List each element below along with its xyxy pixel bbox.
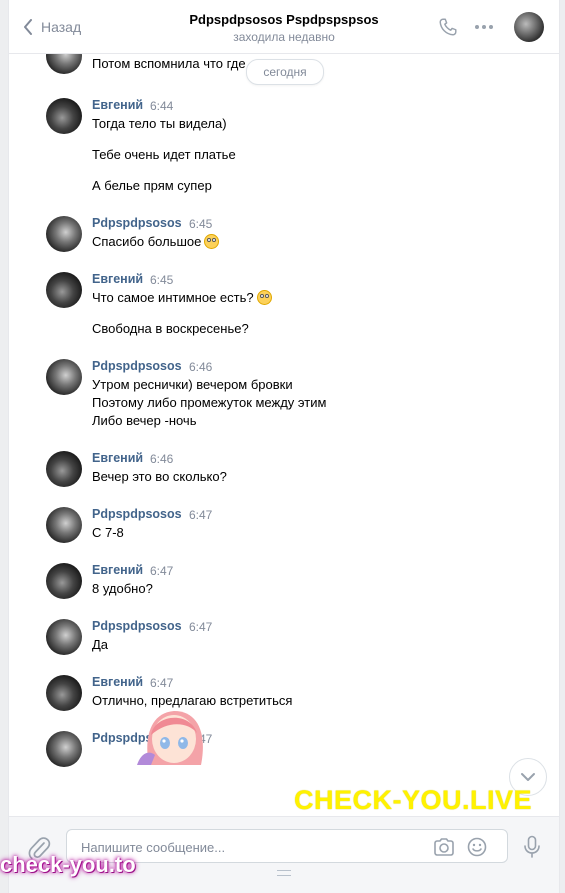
call-button[interactable] [437,16,459,43]
resize-grip[interactable] [277,870,291,876]
message-group: Pdpspdpsosos6:47 [9,731,549,791]
flushed-emoji [256,290,272,305]
message-text: Поэтому либо промежуток между этим [92,395,326,410]
camera-button[interactable] [433,837,455,862]
message-text: Тогда тело ты видела) [92,116,227,131]
author-name[interactable]: Евгений [92,98,143,112]
message-text-content: Вечер это во сколько? [92,469,227,484]
author-name[interactable]: Евгений [92,563,143,577]
message-text: Тебе очень идет платье [92,147,236,162]
message-text-content: Свободна в воскресенье? [92,321,249,336]
message-time[interactable]: 6:47 [150,564,173,578]
avatar[interactable] [46,507,82,543]
anime-girl-sticker [137,711,203,765]
message-text-content: С 7-8 [92,525,124,540]
message-text: Утром реснички) вечером бровки [92,377,293,392]
message-text-content: Поэтому либо промежуток между этим [92,395,327,410]
message-time[interactable]: 6:47 [150,676,173,690]
author-name[interactable]: Pdpspdpsosos [92,216,182,230]
message-text-content: Тебе очень идет платье [92,147,236,162]
phone-icon [439,18,457,36]
date-divider: сегодня [246,59,324,85]
message-group: Евгений 6:46 Вечер это во сколько? [9,451,549,511]
message-text: Свободна в воскресенье? [92,321,249,336]
message-text: Да [92,637,108,652]
message-text: Вечер это во сколько? [92,469,227,484]
microphone-icon [524,835,540,858]
message-group: Pdpspdpsosos 6:46 Утром реснички) вечером … [9,359,549,428]
message-text-content: Либо вечер -ночь [92,413,197,428]
message-text-content: Что самое интимное есть? [92,290,254,305]
message-time[interactable]: 6:44 [150,99,173,113]
avatar[interactable] [46,98,82,134]
author-name[interactable]: Евгений [92,272,143,286]
chat-window: Назад Pdpspdpsosos Pspdpspspsos заходила… [8,0,560,893]
avatar[interactable] [46,272,82,308]
avatar[interactable] [46,359,82,395]
message-text-content: Тогда тело ты видела) [92,116,227,131]
flushed-emoji [204,234,220,249]
message-group: Евгений 6:45 Что самое интимное есть? Свобо… [9,272,549,336]
author-name[interactable]: Евгений [92,675,143,689]
more-button[interactable] [473,16,495,43]
watermark-check-you-to: check-you.to [0,852,136,877]
message-text-content: Спасибо большое [92,234,202,249]
message-text: 8 удобно? [92,581,153,596]
avatar[interactable] [46,54,82,74]
message-text: С 7-8 [92,525,124,540]
message-group: Pdpspdpsosos 6:45 Спасибо большое [9,216,549,276]
message-time[interactable]: 6:46 [150,452,173,466]
avatar[interactable] [46,563,82,599]
message-history: Pdpspdpsosos 6:44 Потом вспомнила что где Е… [9,54,559,816]
message-text-content: Да [92,637,109,652]
author-name[interactable]: Pdpspdpsosos [92,507,182,521]
message-text: Спасибо большое [92,234,220,249]
avatar[interactable] [46,451,82,487]
message-text-content: Потом вспомнила что где [92,56,246,71]
chevron-down-icon [521,773,535,781]
voice-message-button[interactable] [523,835,541,864]
message-text-content: Утром реснички) вечером бровки [92,377,293,392]
message-text: А белье прям супер [92,178,212,193]
emoji-button[interactable] [467,837,487,862]
message-group: Pdpspdpsosos 6:47 С 7-8 [9,507,549,567]
message-time[interactable]: 6:46 [189,360,212,374]
avatar[interactable] [46,675,82,711]
chat-header: Назад Pdpspdpsosos Pspdpspspsos заходила… [9,0,559,54]
message-group: Евгений 6:47 8 удобно? [9,563,549,623]
message-text: Потом вспомнила что где [92,56,246,71]
message-text-content: 8 удобно? [92,581,153,596]
message-time[interactable]: 6:45 [150,273,173,287]
avatar[interactable] [46,731,82,767]
avatar[interactable] [46,619,82,655]
chat-avatar[interactable] [514,12,544,42]
message-text: Либо вечер -ночь [92,413,196,428]
author-name[interactable]: Евгений [92,451,143,465]
message-text: Что самое интимное есть? [92,290,272,305]
author-name[interactable]: Pdpspdpsosos [92,619,182,633]
message-group: Pdpspdpsosos 6:47 Да [9,619,549,679]
smile-icon [467,837,487,857]
message-group: Евгений 6:44 Тогда тело ты видела) Тебе оче… [9,98,549,193]
author-name[interactable]: Pdpspdpsosos [92,359,182,373]
message-text-content: А белье прям супер [92,178,212,193]
avatar[interactable] [46,216,82,252]
message-time[interactable]: 6:47 [189,620,212,634]
message-time[interactable]: 6:45 [189,217,212,231]
message-time[interactable]: 6:47 [189,508,212,522]
camera-icon [434,838,454,856]
watermark-check-you-live: CHECK-YOU.LIVE [294,785,533,815]
message-group: Евгений 6:47 Отлично, предлагаю встретитьс… [9,675,549,735]
more-dots-icon [475,25,493,29]
